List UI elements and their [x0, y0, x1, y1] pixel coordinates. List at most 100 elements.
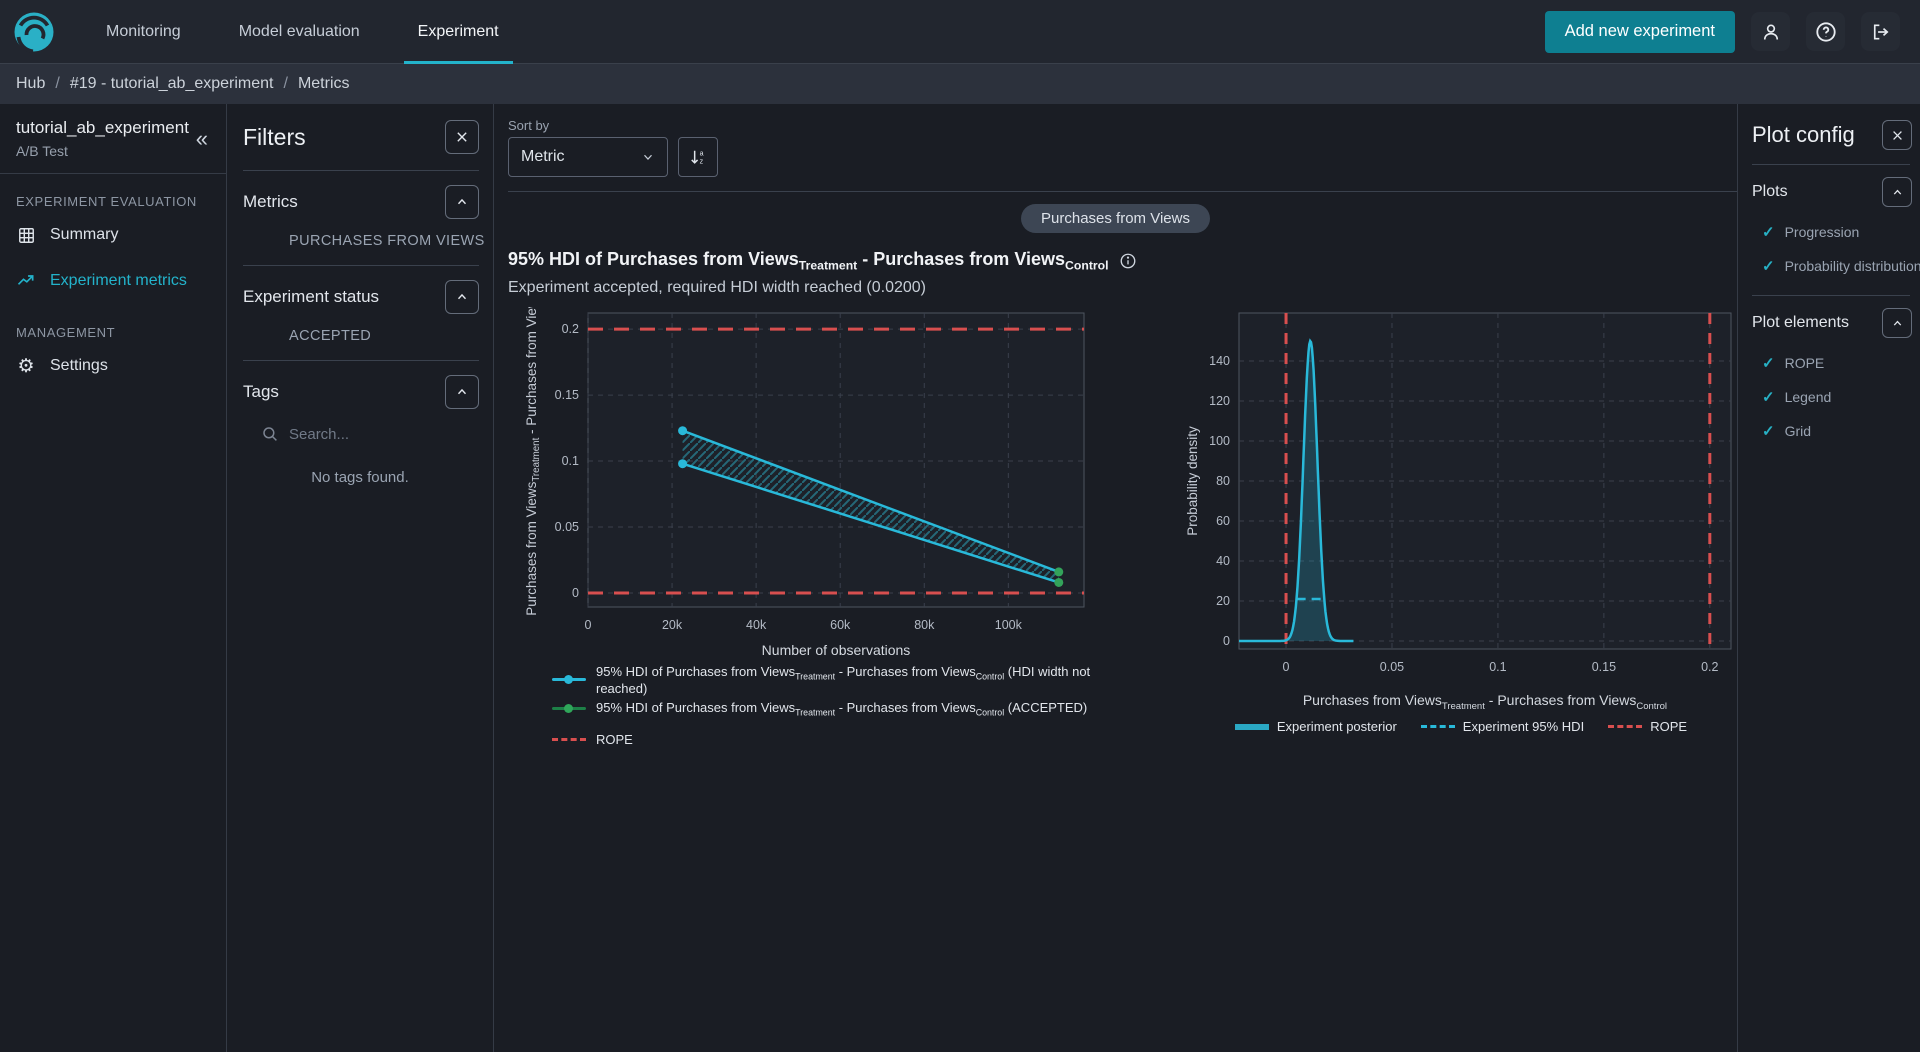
main-content: Sort by Metric a z Purchases from Views [494, 104, 1737, 1052]
filter-status-item[interactable]: ACCEPTED [227, 328, 493, 344]
toggle-grid[interactable]: ✓ Grid [1738, 422, 1920, 440]
svg-text:0: 0 [1282, 660, 1289, 674]
dash-red-swatch [1608, 725, 1642, 728]
legend-label: 95% HDI of Purchases from ViewsTreatment… [596, 700, 1087, 718]
project-type: A/B Test [16, 143, 189, 159]
legend-label: ROPE [596, 732, 633, 747]
svg-text:120: 120 [1209, 394, 1230, 408]
filters-panel: Filters Metrics PURCHASES FROM VIEWS Exp… [227, 104, 494, 1052]
chevron-up-icon [455, 195, 469, 209]
svg-text:a: a [700, 149, 704, 157]
svg-text:0: 0 [1223, 634, 1230, 648]
check-icon: ✓ [1762, 223, 1775, 241]
check-icon: ✓ [1762, 354, 1775, 372]
sidebar-collapse-icon[interactable]: « [190, 128, 214, 150]
line-dot-green-swatch [552, 707, 586, 710]
plot-elements-collapse-button[interactable] [1882, 308, 1912, 338]
svg-text:0.1: 0.1 [1489, 660, 1506, 674]
svg-text:z: z [700, 158, 704, 166]
project-sidebar: tutorial_ab_experiment A/B Test « EXPERI… [0, 104, 227, 1052]
progression-legend: 95% HDI of Purchases from ViewsTreatment… [552, 664, 1143, 747]
sort-metric-select[interactable]: Metric [508, 137, 668, 177]
svg-text:40k: 40k [746, 618, 767, 632]
svg-text:0.2: 0.2 [1701, 660, 1718, 674]
help-button[interactable] [1806, 12, 1845, 51]
tags-collapse-button[interactable] [445, 375, 479, 409]
add-new-experiment-button[interactable]: Add new experiment [1545, 11, 1735, 53]
metric-chip[interactable]: Purchases from Views [1021, 204, 1210, 233]
info-icon[interactable] [1119, 252, 1137, 270]
distribution-chart-block: 00.050.10.150.2020406080100120140Probabi… [1183, 307, 1737, 735]
tab-monitoring[interactable]: Monitoring [92, 0, 195, 64]
plots-collapse-button[interactable] [1882, 177, 1912, 207]
trend-up-icon [16, 271, 36, 291]
user-icon [1761, 22, 1781, 42]
filters-tags-title: Tags [243, 382, 279, 402]
sidebar-section-management: MANAGEMENT [16, 325, 226, 340]
breadcrumb-experiment[interactable]: #19 - tutorial_ab_experiment [70, 75, 274, 93]
thick-cyan-swatch [1235, 724, 1269, 730]
gear-icon: ⚙ [16, 356, 36, 376]
legend-label: 95% HDI of Purchases from ViewsTreatment… [596, 664, 1143, 697]
tab-experiment[interactable]: Experiment [404, 0, 513, 64]
nav-actions: Add new experiment [1545, 11, 1920, 53]
plot-config-panel: Plot config Plots ✓ Progression ✓ Probab… [1737, 104, 1920, 1052]
svg-text:60k: 60k [830, 618, 851, 632]
logout-button[interactable] [1861, 12, 1900, 51]
breadcrumb-separator: / [55, 75, 59, 93]
legend-item-rope: ROPE [1608, 719, 1687, 734]
legend-label: Experiment posterior [1277, 719, 1397, 734]
toggle-label: Legend [1785, 389, 1832, 405]
toggle-rope[interactable]: ✓ ROPE [1738, 354, 1920, 372]
project-header: tutorial_ab_experiment A/B Test « [0, 104, 226, 174]
close-icon [455, 130, 469, 144]
user-button[interactable] [1751, 12, 1790, 51]
svg-text:20k: 20k [662, 618, 683, 632]
sort-direction-button[interactable]: a z [678, 137, 718, 177]
legend-item-rope: ROPE [552, 732, 1143, 747]
legend-item-posterior: Experiment posterior [1235, 719, 1397, 734]
toggle-progression[interactable]: ✓ Progression [1738, 223, 1920, 241]
tab-model-evaluation[interactable]: Model evaluation [225, 0, 374, 64]
filter-metric-item[interactable]: PURCHASES FROM VIEWS [227, 233, 493, 249]
filters-status-title: Experiment status [243, 287, 379, 307]
breadcrumb-hub[interactable]: Hub [16, 75, 45, 93]
app-logo-icon[interactable] [12, 10, 56, 54]
sidebar-item-experiment-metrics[interactable]: Experiment metrics [0, 261, 226, 301]
svg-text:20: 20 [1216, 594, 1230, 608]
chevron-up-icon [455, 290, 469, 304]
plot-config-close-button[interactable] [1882, 120, 1912, 150]
toggle-label: ROPE [1785, 355, 1825, 371]
progression-chart: 020k40k60k80k100k00.050.10.150.2Purchase… [522, 307, 1092, 637]
svg-text:Probability density: Probability density [1185, 426, 1200, 536]
breadcrumb-separator: / [284, 75, 288, 93]
distribution-xlabel: Purchases from ViewsTreatment - Purchase… [1239, 692, 1731, 712]
filters-close-button[interactable] [445, 120, 479, 154]
metrics-collapse-button[interactable] [445, 185, 479, 219]
tags-search-input[interactable] [289, 426, 439, 443]
nav-tabs: Monitoring Model evaluation Experiment [92, 0, 513, 64]
check-icon: ✓ [1762, 388, 1775, 406]
metric-title: 95% HDI of Purchases from ViewsTreatment… [508, 249, 1109, 273]
help-icon [1815, 21, 1837, 43]
svg-text:0.2: 0.2 [562, 322, 579, 336]
toggle-legend[interactable]: ✓ Legend [1738, 388, 1920, 406]
distribution-chart: 00.050.10.150.2020406080100120140Probabi… [1183, 307, 1737, 679]
status-collapse-button[interactable] [445, 280, 479, 314]
sidebar-item-settings[interactable]: ⚙ Settings [0, 346, 226, 386]
sidebar-item-label: Settings [50, 357, 108, 375]
search-icon [261, 425, 279, 443]
sidebar-item-label: Experiment metrics [50, 272, 187, 290]
breadcrumb-metrics[interactable]: Metrics [298, 75, 350, 93]
sidebar-item-summary[interactable]: Summary [0, 215, 226, 255]
check-icon: ✓ [1762, 257, 1775, 275]
sidebar-item-label: Summary [50, 226, 118, 244]
chevron-up-icon [1891, 317, 1904, 330]
filters-metrics-title: Metrics [243, 192, 298, 212]
logout-icon [1871, 22, 1891, 42]
legend-item-hdi: Experiment 95% HDI [1421, 719, 1584, 734]
svg-text:140: 140 [1209, 354, 1230, 368]
toggle-probability-distribution[interactable]: ✓ Probability distribution [1738, 257, 1920, 275]
toggle-label: Progression [1785, 224, 1860, 240]
dash-red-swatch [552, 738, 586, 741]
